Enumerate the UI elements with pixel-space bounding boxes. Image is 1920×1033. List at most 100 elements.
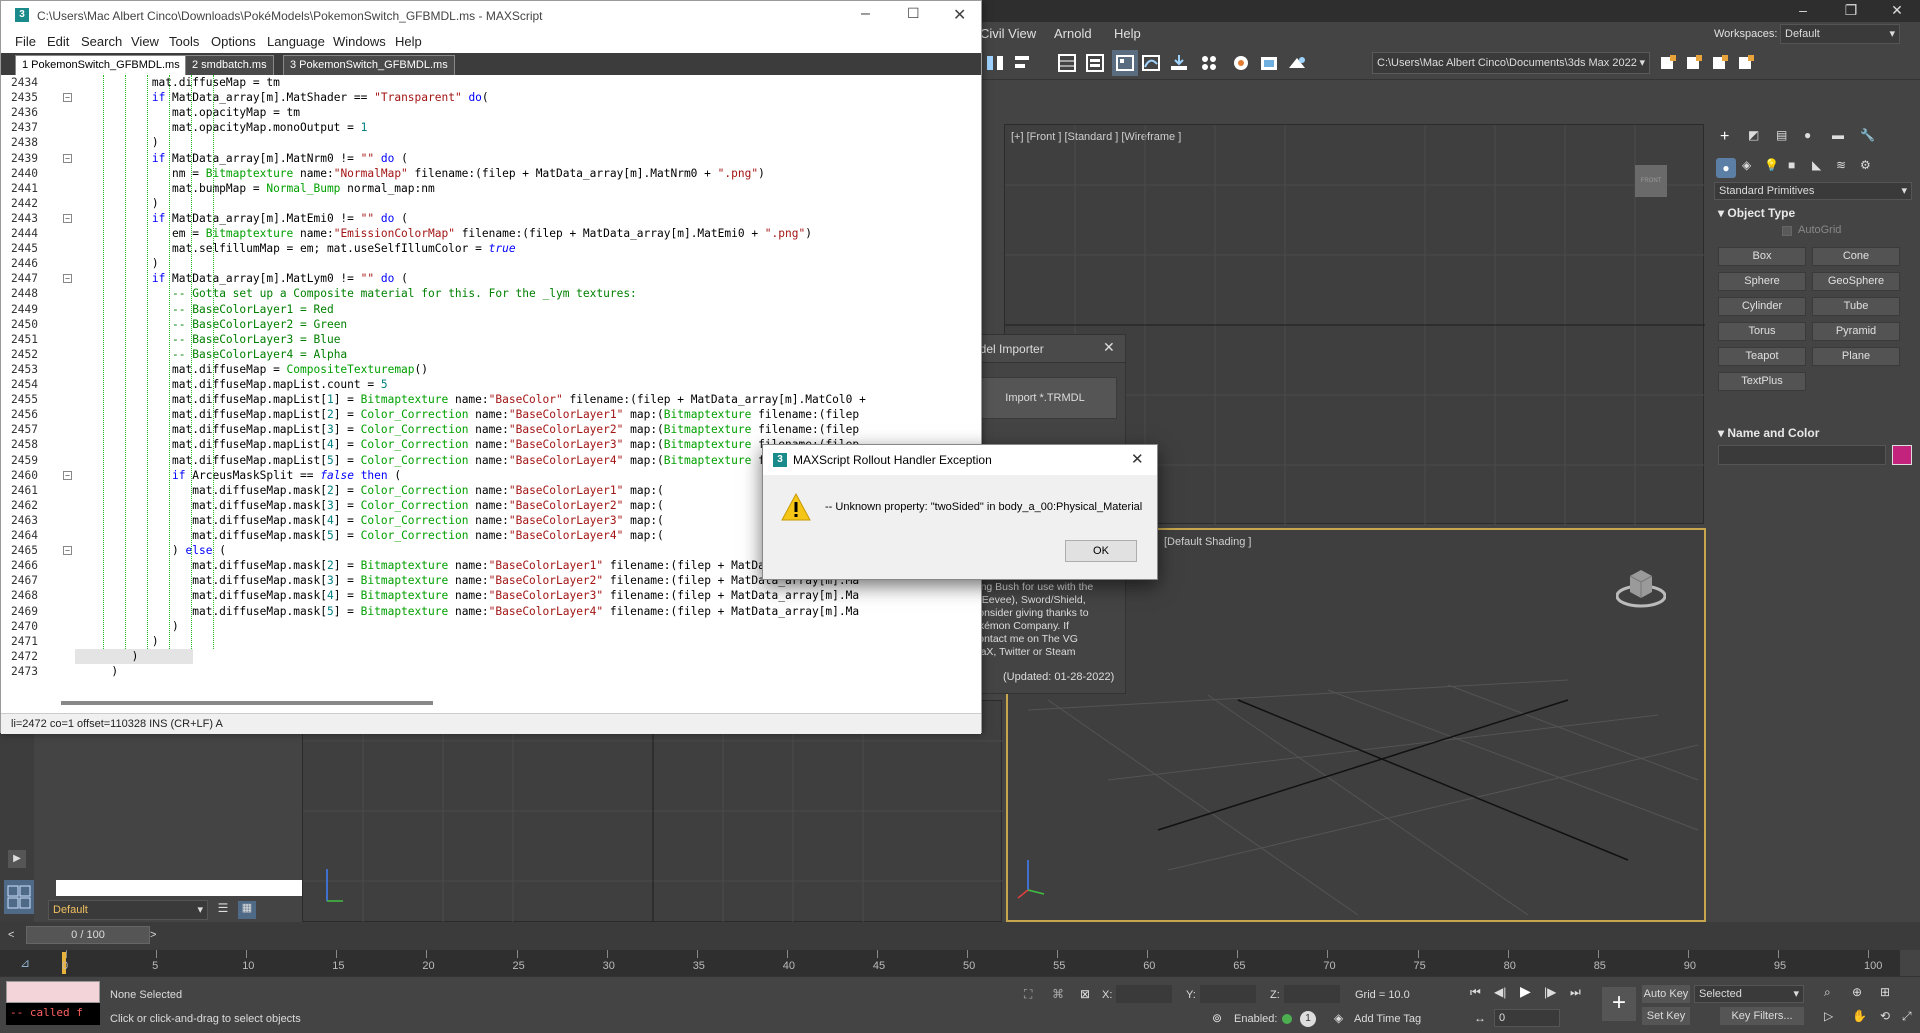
set-key-button[interactable]: Set Key [1642,1007,1690,1025]
go-to-end-icon[interactable]: ⏭ [1570,985,1581,1000]
rendered-frame-window-icon[interactable] [1256,50,1282,76]
time-tag-icon[interactable]: ◈ [1334,1011,1343,1025]
field-of-view-icon[interactable]: ▷ [1824,1009,1833,1023]
code-line[interactable]: 2446 ) [1,256,981,271]
code-line[interactable]: 2449 -- BaseColorLayer1 = Red [1,302,981,317]
close-icon[interactable]: ✕ [1131,450,1144,468]
project-open-icon[interactable] [1734,50,1760,76]
schematic-view-icon[interactable] [1166,50,1192,76]
menu-tools[interactable]: Tools [169,34,199,49]
minimize-icon[interactable]: – [1780,0,1826,22]
play-icon[interactable]: ▶ [1520,983,1531,1000]
close-icon[interactable]: ✕ [1874,0,1920,22]
set-key-big-icon[interactable]: + [1602,987,1636,1021]
time-slider-thumb[interactable]: 0 / 100 [26,926,150,944]
material-editor-icon[interactable] [1196,50,1222,76]
zoom-all-icon[interactable]: ⊕ [1852,985,1862,999]
tab-smdbatch[interactable]: 2 smdbatch.ms [185,55,274,75]
menu-file[interactable]: File [15,34,36,49]
menu-edit[interactable]: Edit [47,34,69,49]
code-line[interactable]: 2441 mat.bumpMap = Normal_Bump normal_ma… [1,181,981,196]
menu-options[interactable]: Options [211,34,256,49]
project-path-dropdown[interactable]: C:\Users\Mac Albert Cinco\Documents\3ds … [1372,52,1650,74]
autogrid-checkbox[interactable] [1782,226,1792,236]
cone-button[interactable]: Cone [1812,247,1900,266]
code-line[interactable]: 2468 mat.diffuseMap.mask[4] = Bitmaptext… [1,588,981,603]
maximize-viewport-icon[interactable]: ⤢ [1902,1009,1912,1024]
close-icon[interactable]: ✕ [953,5,966,25]
x-coordinate-field[interactable] [1116,985,1172,1003]
key-mode-icon[interactable]: ↔ [1474,1011,1486,1025]
code-line[interactable]: 2447 if MatData_array[m].MatLym0 != "" d… [1,271,981,286]
menu-view[interactable]: View [131,34,159,49]
code-line[interactable]: 2434 mat.diffuseMap = tm [1,75,981,90]
maximize-icon[interactable]: ☐ [907,5,920,22]
isolate-icon[interactable]: ⌘ [1052,987,1064,1001]
code-line[interactable]: 2453 mat.diffuseMap = CompositeTexturema… [1,362,981,377]
project-settings-icon[interactable] [1708,50,1734,76]
code-line[interactable]: 2450 -- BaseColorLayer2 = Green [1,317,981,332]
teapot-button[interactable]: Teapot [1718,347,1806,366]
code-line[interactable]: 2448 -- Gotta set up a Composite materia… [1,286,981,301]
expand-play-icon[interactable]: ▶ [8,850,26,868]
fold-toggle-icon[interactable]: − [63,213,72,223]
scene-explorer-icon[interactable] [1054,50,1080,76]
track-bar[interactable]: 0 5 10 15 20 25 30 35 40 45 50 55 60 65 70 75 80 85 90 95 10… [60,950,1900,976]
code-area[interactable]: 2434 mat.diffuseMap = tm 2435 if MatData_… [1,75,981,695]
tube-button[interactable]: Tube [1812,297,1900,316]
save-project-icon[interactable] [1682,50,1708,76]
menu-language[interactable]: Language [267,34,325,49]
render-setup-icon[interactable] [1228,50,1254,76]
pan-icon[interactable]: ✋ [1852,1009,1867,1023]
name-and-color-rollout[interactable]: ▾ Name and Color [1718,426,1819,440]
menu-search[interactable]: Search [81,34,122,49]
utilities-tab-icon[interactable]: 🔧 [1860,128,1875,142]
go-to-start-icon[interactable]: ⏮ [1470,985,1481,1000]
zoom-extents-icon[interactable]: ⊞ [1880,985,1890,999]
code-line[interactable]: 2456 mat.diffuseMap.mapList[2] = Color_C… [1,407,981,422]
code-line[interactable]: 2439 if MatData_array[m].MatNrm0 != "" d… [1,151,981,166]
project-folder-icon[interactable] [1656,50,1682,76]
cameras-icon[interactable]: ■ [1788,158,1795,172]
toggle-ribbon-icon[interactable] [1112,50,1138,76]
previous-frame-icon[interactable]: ◀| [1494,985,1506,999]
adaptive-degradation-icon[interactable]: ⊚ [1212,1011,1222,1025]
fold-toggle-icon[interactable]: − [63,274,72,284]
code-line[interactable]: 2471 ) [1,634,981,649]
tab-pokemonswitch-3[interactable]: 3 PokemonSwitch_GFBMDL.ms [283,55,455,75]
lock-selection-icon[interactable]: ⛶ [1024,987,1032,1002]
create-tab-icon[interactable]: + [1720,128,1729,146]
modify-tab-icon[interactable]: ◩ [1748,128,1759,142]
code-line[interactable]: 2457 mat.diffuseMap.mapList[3] = Color_C… [1,422,981,437]
horizontal-scrollbar-thumb[interactable] [61,701,433,705]
motion-tab-icon[interactable]: ● [1804,128,1811,142]
add-time-tag-label[interactable]: Add Time Tag [1354,1013,1421,1025]
hierarchy-tab-icon[interactable]: ▤ [1776,128,1787,142]
geometry-icon[interactable]: ● [1716,158,1736,178]
fold-toggle-icon[interactable]: − [63,470,72,480]
key-selection-dropdown[interactable]: Selected ▾ [1694,985,1804,1003]
auto-key-button[interactable]: Auto Key [1642,985,1690,1003]
enabled-indicator[interactable] [1282,1014,1292,1024]
category-dropdown[interactable]: Standard Primitives ▾ [1714,182,1912,200]
fold-toggle-icon[interactable]: − [63,153,72,163]
layers-icon[interactable]: ☰ [214,901,232,919]
orbit-icon[interactable]: ⟲ [1880,1009,1890,1023]
code-line[interactable]: 2436 mat.opacityMap = tm [1,105,981,120]
object-name-field[interactable] [1718,445,1886,465]
maxscript-listener-mini[interactable] [6,981,100,1003]
fold-toggle-icon[interactable]: − [63,546,72,556]
code-line[interactable]: 2443 if MatData_array[m].MatEmi0 != "" d… [1,211,981,226]
next-frame-icon[interactable]: |▶ [1544,985,1556,999]
cylinder-button[interactable]: Cylinder [1718,297,1806,316]
track-view-toggle-icon[interactable]: ⊿ [0,950,60,976]
absolute-mode-icon[interactable]: ⊠ [1080,987,1090,1001]
restore-icon[interactable]: ❐ [1828,0,1874,22]
import-trmdl-button[interactable]: Import *.TRMDL [973,377,1117,419]
sphere-button[interactable]: Sphere [1718,272,1806,291]
y-coordinate-field[interactable] [1200,985,1256,1003]
code-line[interactable]: 2444 em = Bitmaptexture name:"EmissionCo… [1,226,981,241]
lights-icon[interactable]: 💡 [1764,158,1779,172]
code-line[interactable]: 2451 -- BaseColorLayer3 = Blue [1,332,981,347]
render-production-icon[interactable] [1284,50,1310,76]
